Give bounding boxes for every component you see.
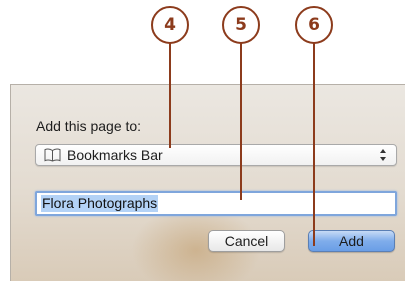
bookmark-title-field[interactable]: Flora Photographs	[35, 191, 397, 216]
callout-6: 6	[295, 6, 333, 44]
callout-6-leader	[313, 43, 315, 246]
callout-4-leader	[169, 43, 171, 148]
add-button[interactable]: Add	[308, 230, 395, 252]
cancel-button[interactable]: Cancel	[208, 230, 285, 252]
book-icon	[44, 148, 61, 162]
bookmark-title-value: Flora Photographs	[41, 195, 159, 212]
add-bookmark-dialog: Add this page to: Bookmarks Bar Flora Ph…	[10, 84, 405, 281]
callout-5: 5	[222, 6, 260, 44]
callout-5-leader	[240, 43, 242, 200]
bookmark-location-select[interactable]: Bookmarks Bar	[35, 144, 397, 166]
add-page-prompt: Add this page to:	[36, 118, 142, 134]
callout-4: 4	[151, 6, 189, 44]
up-down-arrows-icon	[380, 149, 386, 161]
select-value: Bookmarks Bar	[67, 147, 163, 163]
